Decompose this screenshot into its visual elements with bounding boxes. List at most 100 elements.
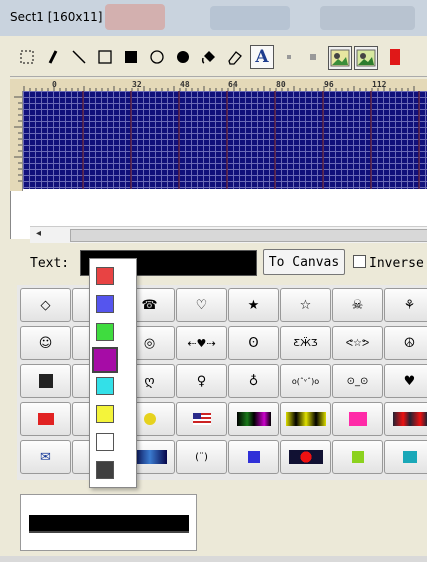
- symbol-button-red-hearts[interactable]: [384, 402, 427, 436]
- circle-outline-icon: [150, 50, 164, 64]
- color-swatch-purple[interactable]: [92, 347, 118, 373]
- color-swatch-gray[interactable]: [96, 461, 114, 479]
- filled-rectangle-tool-button[interactable]: [120, 46, 142, 68]
- select-tool-button[interactable]: [16, 46, 38, 68]
- yellow-face-icon: [143, 413, 156, 425]
- rectangle-filled-icon: [125, 51, 137, 63]
- smiley-icon: ☺: [38, 335, 53, 351]
- male-sign-icon: ♁: [248, 373, 259, 389]
- eraser-icon: [228, 51, 242, 65]
- symbol-button-butterfly[interactable]: ƸӜƷ: [280, 326, 331, 360]
- color-swatch-white[interactable]: [96, 433, 114, 451]
- symbol-button-china-flag[interactable]: [20, 402, 71, 436]
- circle-tool-button[interactable]: [146, 46, 168, 68]
- symbol-button-smiley[interactable]: ☺: [20, 326, 71, 360]
- line-tool-button[interactable]: [68, 46, 90, 68]
- export-image-button[interactable]: [354, 46, 378, 70]
- symbol-button-image[interactable]: [20, 364, 71, 398]
- symbol-button-teal-skull[interactable]: [384, 440, 427, 474]
- app-window: Sect1 [160x11] A 0 32 48 64 80 96 112 ◂ …: [0, 0, 427, 562]
- china-flag-icon: [37, 413, 54, 425]
- to-canvas-button[interactable]: To Canvas: [263, 249, 345, 275]
- butterfly-icon: ƸӜƷ: [293, 337, 318, 349]
- symbol-button-star-outline[interactable]: ☆: [280, 288, 331, 322]
- import-image-button[interactable]: [328, 46, 352, 70]
- symbol-button-peace[interactable]: ☮: [384, 326, 427, 360]
- symbol-button-yellow-banner[interactable]: [280, 402, 331, 436]
- pencil-tool-button[interactable]: [42, 46, 64, 68]
- rectangle-tool-button[interactable]: [94, 46, 116, 68]
- color-swatch-cyan[interactable]: [96, 377, 114, 395]
- inverse-label: Inverse: [369, 256, 424, 271]
- led-preview-bar: [29, 515, 189, 533]
- fill-tool-button[interactable]: [198, 46, 220, 68]
- symbol-button-skull[interactable]: ☠: [332, 288, 383, 322]
- symbol-button-blue-gem[interactable]: [228, 440, 279, 474]
- diamond-icon: ◇: [40, 297, 51, 313]
- scroll-left-arrow-icon[interactable]: ◂: [36, 228, 41, 239]
- small-dot-button[interactable]: [278, 46, 300, 68]
- title-bar-background-blur: [105, 4, 165, 30]
- symbol-button-female[interactable]: ♀: [176, 364, 227, 398]
- symbol-button-green-heart[interactable]: [332, 440, 383, 474]
- envelope-icon: ✉: [40, 449, 51, 465]
- yellow-banner-icon: [285, 412, 326, 426]
- symbol-button-flower[interactable]: ⚘: [384, 288, 427, 322]
- line-icon: [72, 50, 86, 64]
- eraser-tool-button[interactable]: [224, 46, 246, 68]
- phone-icon: ☎: [141, 297, 158, 313]
- symbol-button-eyes[interactable]: ⊙_⊙: [332, 364, 383, 398]
- eyes-face-icon: ⊙_⊙: [346, 375, 369, 387]
- ruler-label: 32: [132, 80, 142, 89]
- title-bar: Sect1 [160x11]: [0, 0, 427, 36]
- ruler-label: 0: [52, 80, 57, 89]
- led-preview-panel: [20, 494, 197, 551]
- symbol-button-male[interactable]: ♁: [228, 364, 279, 398]
- horizontal-scrollbar[interactable]: ◂: [30, 226, 427, 243]
- symbol-button-heart[interactable]: ♡: [176, 288, 227, 322]
- text-tool-button[interactable]: A: [250, 45, 274, 69]
- symbol-button-kaomoji[interactable]: o(ˆᵛˆ)o: [280, 364, 331, 398]
- title-bar-background-blur: [210, 6, 290, 30]
- pink-heart-icon: [348, 412, 367, 426]
- color-button[interactable]: [384, 46, 406, 68]
- star-outline-icon: ☆: [299, 297, 312, 313]
- rectangle-outline-icon: [98, 50, 112, 64]
- loops-icon: ღ: [144, 373, 155, 389]
- bottom-edge: [0, 556, 427, 562]
- symbol-button-heart-filled[interactable]: ♥: [384, 364, 427, 398]
- symbol-button-red-star[interactable]: [280, 440, 331, 474]
- vertical-ruler: [10, 91, 23, 191]
- filled-circle-tool-button[interactable]: [172, 46, 194, 68]
- red-swatch-icon: [390, 49, 400, 65]
- inverse-checkbox[interactable]: [353, 255, 366, 268]
- color-swatch-green[interactable]: [96, 323, 114, 341]
- symbol-button-star-face[interactable]: ᕙ☆ᕗ: [332, 326, 383, 360]
- circle-filled-icon: [177, 51, 189, 63]
- symbol-button-panda[interactable]: (¨): [176, 440, 227, 474]
- symbol-button-pink-heart[interactable]: [332, 402, 383, 436]
- color-swatch-blue[interactable]: [96, 295, 114, 313]
- female-sign-icon: ♀: [196, 373, 207, 389]
- star-face-icon: ᕙ☆ᕗ: [345, 337, 370, 349]
- symbol-button-diamond[interactable]: ◇: [20, 288, 71, 322]
- color-palette-popup: [89, 258, 137, 488]
- symbol-button-face[interactable]: ʘ: [228, 326, 279, 360]
- small-square-button[interactable]: [302, 46, 324, 68]
- pencil-icon: [48, 50, 58, 64]
- symbol-button-star-filled[interactable]: ★: [228, 288, 279, 322]
- title-bar-background-blur: [320, 6, 415, 30]
- ruler-label: 64: [228, 80, 238, 89]
- dotted-rectangle-icon: [20, 50, 34, 64]
- section-dividers: [82, 91, 420, 189]
- ruler-label: 112: [372, 80, 387, 89]
- image-icon-2: [356, 49, 376, 67]
- color-swatch-yellow[interactable]: [96, 405, 114, 423]
- color-swatch-red[interactable]: [96, 267, 114, 285]
- symbol-button-us-flag[interactable]: [176, 402, 227, 436]
- symbol-button-envelope[interactable]: ✉: [20, 440, 71, 474]
- scrollbar-thumb[interactable]: [70, 229, 427, 242]
- symbol-button-colorful-banner[interactable]: [228, 402, 279, 436]
- symbol-button-heart-arrows[interactable]: ⇠♥⇢: [176, 326, 227, 360]
- led-pixel-grid[interactable]: [23, 91, 427, 189]
